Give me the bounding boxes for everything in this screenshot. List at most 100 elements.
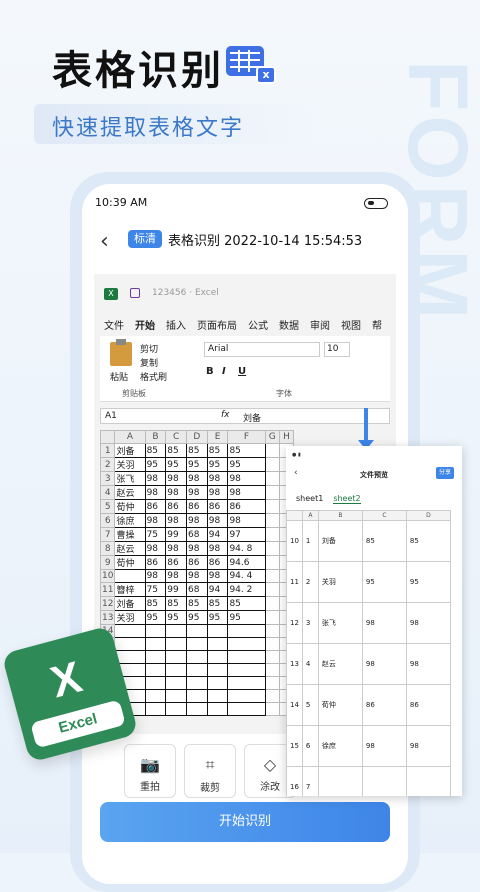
menu-item[interactable]: 帮 [372,317,382,332]
cell[interactable]: 曹操 [114,527,146,542]
cell[interactable] [206,637,229,651]
cell[interactable]: 86 [165,499,188,514]
cell[interactable] [264,485,280,500]
cell[interactable]: 75 [144,527,167,542]
cell[interactable]: 98 [405,725,451,767]
cell[interactable]: 赵云 [114,485,146,500]
cell[interactable] [264,471,280,486]
cell[interactable] [186,676,208,690]
cell[interactable]: 86 [186,555,208,570]
cell[interactable] [186,637,208,651]
cell[interactable] [206,676,229,690]
cell[interactable] [264,663,280,677]
cell[interactable] [114,637,146,651]
cell[interactable] [264,702,280,716]
cell[interactable] [165,702,188,716]
cell[interactable]: 1 [301,520,319,562]
cell[interactable] [114,569,146,583]
cell[interactable]: 95 [206,610,229,625]
menu-item[interactable]: 视图 [341,317,361,332]
cell[interactable] [186,624,208,638]
cell[interactable]: 关羽 [317,561,363,603]
cell[interactable]: 98 [206,471,229,486]
cell[interactable] [206,650,229,664]
cell[interactable]: 86 [186,499,208,514]
cell[interactable] [264,596,280,611]
cell[interactable] [227,702,266,716]
cell[interactable]: 99 [165,527,188,542]
quality-badge[interactable]: 标清 [128,230,162,248]
cell[interactable]: 94 [206,582,229,597]
cell[interactable] [206,689,229,703]
cell[interactable] [144,689,167,703]
cell[interactable] [144,676,167,690]
cell[interactable] [206,624,229,638]
cell[interactable] [227,676,266,690]
cell[interactable] [264,513,280,528]
cell[interactable]: 85 [405,520,451,562]
cell[interactable]: 荀仲 [114,555,146,570]
share-button[interactable]: 分享 [436,467,454,479]
cell[interactable]: 85 [144,596,167,611]
cell[interactable]: 98 [165,569,188,583]
cell[interactable]: 85 [206,443,229,458]
cell[interactable]: 95 [405,561,451,603]
cell[interactable]: 荀仲 [317,684,363,726]
cell[interactable] [264,555,280,570]
cell[interactable] [264,527,280,542]
cell[interactable] [227,624,266,638]
cell[interactable]: 68 [186,582,208,597]
menu-item[interactable]: 公式 [248,317,268,332]
cell[interactable]: 85 [186,596,208,611]
cell[interactable] [264,582,280,597]
cell[interactable]: 98 [165,485,188,500]
cell[interactable]: 6 [301,725,319,767]
cell[interactable]: 75 [144,582,167,597]
cell[interactable] [165,650,188,664]
cell[interactable]: 98 [186,569,208,583]
cell[interactable]: 98 [144,569,167,583]
cell[interactable]: 98 [144,471,167,486]
cell[interactable] [264,499,280,514]
cell[interactable]: 94. 8 [227,541,266,556]
cell[interactable]: 98 [186,541,208,556]
cell[interactable] [227,650,266,664]
cell[interactable]: 86 [227,499,266,514]
cell[interactable]: 98 [144,485,167,500]
cell[interactable]: 徐庶 [114,513,146,528]
cell[interactable] [264,457,280,472]
crop-button[interactable]: ⌗ 裁剪 [184,744,236,798]
cell[interactable] [165,689,188,703]
cell[interactable] [264,637,280,651]
cell[interactable]: 85 [165,443,188,458]
cell[interactable]: 86 [405,684,451,726]
cell[interactable] [264,569,280,583]
start-recognition-button[interactable]: 开始识别 [100,802,390,842]
cell[interactable] [165,624,188,638]
cell[interactable] [165,637,188,651]
cell[interactable]: 刘备 [114,596,146,611]
cell[interactable] [186,702,208,716]
cell[interactable] [227,663,266,677]
cell[interactable] [165,676,188,690]
cell[interactable]: 94.6 [227,555,266,570]
cell[interactable]: 刘备 [317,520,363,562]
cell[interactable] [144,637,167,651]
cell[interactable]: 95 [186,610,208,625]
cell[interactable] [114,624,146,638]
cell[interactable]: 荀仲 [114,499,146,514]
cell[interactable]: 98 [165,513,188,528]
cell[interactable]: 4 [301,643,319,685]
cell[interactable]: 86 [144,555,167,570]
menu-item[interactable]: 审阅 [310,317,330,332]
cell[interactable] [264,443,280,458]
cell[interactable] [361,766,407,796]
tab-sheet1[interactable]: sheet1 [296,494,323,504]
cell[interactable] [264,624,280,638]
cell[interactable]: 95 [165,610,188,625]
cell[interactable] [186,650,208,664]
cell[interactable] [144,624,167,638]
cell[interactable] [264,676,280,690]
menu-item[interactable]: 文件 [104,317,124,332]
cell[interactable]: 94 [206,527,229,542]
